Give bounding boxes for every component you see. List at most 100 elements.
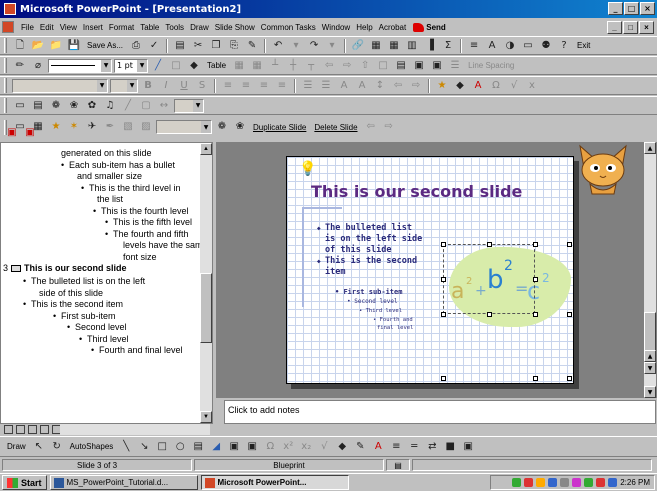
- numbering-icon[interactable]: ☰: [300, 78, 316, 94]
- resize-handle[interactable]: [533, 277, 538, 282]
- resize-handle[interactable]: [487, 312, 492, 317]
- doc-close-button[interactable]: ×: [639, 21, 654, 34]
- speaker-notes-icon[interactable]: ▣: [22, 125, 38, 141]
- superscript-icon[interactable]: x²: [280, 439, 296, 455]
- outline-item[interactable]: and smaller size: [77, 171, 142, 182]
- outline-item[interactable]: • This is the fourth level: [93, 206, 189, 217]
- clip-gallery-icon[interactable]: ❀: [66, 98, 82, 114]
- tables-borders-icon[interactable]: ▦: [386, 38, 402, 54]
- select-objects-icon[interactable]: ↖: [31, 439, 47, 455]
- outline-pane[interactable]: generated on this slide • Each sub-item ha…: [0, 142, 213, 424]
- tray-app-icon[interactable]: [560, 478, 570, 487]
- resize-handle[interactable]: [533, 242, 538, 247]
- demote-outline-icon[interactable]: ⇨: [408, 78, 424, 94]
- align-top-icon[interactable]: ┴: [267, 58, 283, 74]
- picture-icon[interactable]: ▣: [411, 58, 427, 74]
- slide-scrollbar[interactable]: ▲ ▲ ▼ ▼: [644, 142, 656, 398]
- toolbar-grip[interactable]: [4, 78, 7, 93]
- outline-slide-title[interactable]: 3 This is our second slide: [3, 263, 127, 274]
- placeholder-handle[interactable]: [533, 376, 538, 381]
- frame-icon[interactable]: □: [375, 58, 391, 74]
- rectangle-icon[interactable]: □: [154, 439, 170, 455]
- print-icon[interactable]: ⎙: [128, 38, 144, 54]
- autosum-icon[interactable]: Σ: [440, 38, 456, 54]
- toolbar-grip[interactable]: [4, 98, 7, 113]
- line-spacing-button[interactable]: Line Spacing: [465, 61, 517, 70]
- slide-body[interactable]: The bulleted list is on the left side of…: [317, 223, 447, 278]
- slide-view-icon[interactable]: ▭: [12, 98, 28, 114]
- outline-view-button[interactable]: [16, 425, 25, 434]
- redo-dropdown-icon[interactable]: ▾: [324, 38, 340, 54]
- align-left-icon[interactable]: ≡: [220, 78, 236, 94]
- outline-item[interactable]: • The fourth and fifth: [105, 229, 189, 240]
- slide-icon[interactable]: [11, 265, 22, 273]
- selected-equation-box[interactable]: [443, 244, 535, 314]
- menu-view[interactable]: View: [57, 23, 80, 32]
- book-icon[interactable]: ▤: [172, 38, 188, 54]
- format-painter-icon[interactable]: ✎: [244, 38, 260, 54]
- resize-handle[interactable]: [533, 312, 538, 317]
- tray-app-icon[interactable]: [596, 478, 606, 487]
- menu-insert[interactable]: Insert: [80, 23, 106, 32]
- spelling-status-icon[interactable]: ▤: [386, 459, 410, 471]
- menu-tools[interactable]: Tools: [162, 23, 187, 32]
- slide-sorter-button[interactable]: [40, 425, 49, 434]
- outline-item[interactable]: • First sub-item: [53, 311, 116, 322]
- decrease-font-icon[interactable]: A: [354, 78, 370, 94]
- scroll-down-icon[interactable]: ▼: [200, 411, 212, 423]
- subscript-draw-icon[interactable]: x₂: [298, 439, 314, 455]
- doc-restore-button[interactable]: □: [623, 21, 638, 34]
- tray-app-icon[interactable]: [512, 478, 522, 487]
- toolbar-grip[interactable]: [4, 58, 7, 73]
- outline-item[interactable]: • Third level: [79, 334, 129, 345]
- align-center-icon[interactable]: ┼: [285, 58, 301, 74]
- font-select[interactable]: ▼: [12, 78, 108, 93]
- notes-pane[interactable]: Click to add notes: [224, 400, 656, 424]
- flip-icon[interactable]: ↔: [156, 98, 172, 114]
- outline-item[interactable]: levels have the same: [123, 240, 208, 251]
- resize-handle[interactable]: [441, 312, 446, 317]
- outline-item[interactable]: • The bulleted list is on the left: [23, 276, 145, 287]
- decrease-paragraph-spacing-icon[interactable]: ↕: [372, 78, 388, 94]
- split-cells-icon[interactable]: ▦: [249, 58, 265, 74]
- pen-color-icon[interactable]: ╱: [150, 58, 166, 74]
- insert-clip-icon[interactable]: ❁: [48, 98, 64, 114]
- scroll-up-icon[interactable]: ▲: [644, 142, 656, 154]
- scroll-thumb[interactable]: [644, 312, 656, 352]
- slide-view-button[interactable]: [28, 425, 37, 434]
- italic-icon[interactable]: I: [158, 78, 174, 94]
- taskbar-powerpoint[interactable]: Microsoft PowerPoint...: [200, 475, 349, 490]
- center-icon[interactable]: ≡: [238, 78, 254, 94]
- menu-common-tasks[interactable]: Common Tasks: [258, 23, 319, 32]
- bold-icon[interactable]: B: [140, 78, 156, 94]
- menu-acrobat[interactable]: Acrobat: [376, 23, 410, 32]
- resize-handle[interactable]: [441, 277, 446, 282]
- tray-app-icon[interactable]: [608, 478, 618, 487]
- open-folder-icon[interactable]: 📁: [48, 38, 64, 54]
- font-color-draw-icon[interactable]: A: [370, 439, 386, 455]
- menu-draw[interactable]: Draw: [187, 23, 212, 32]
- scroll-up-icon[interactable]: ▲: [200, 143, 212, 155]
- arrow-icon[interactable]: ↘: [136, 439, 152, 455]
- pencil-icon[interactable]: ✏: [12, 58, 28, 74]
- hyperlink-icon[interactable]: 🔗: [350, 38, 366, 54]
- clip-art-icon[interactable]: ▣: [429, 58, 445, 74]
- autoshapes-button[interactable]: AutoShapes: [67, 442, 117, 451]
- omega-icon[interactable]: Ω: [488, 78, 504, 94]
- office-assistant-cat[interactable]: [576, 138, 630, 198]
- insert-chart-icon[interactable]: ▐: [422, 38, 438, 54]
- equation-editor-icon[interactable]: √: [316, 439, 332, 455]
- align-bottom-icon[interactable]: ┬: [303, 58, 319, 74]
- motion-clip-icon[interactable]: ✿: [84, 98, 100, 114]
- outline-item[interactable]: • This is the second item: [23, 299, 123, 310]
- expand-all-icon[interactable]: ≡: [466, 38, 482, 54]
- shadow-draw-icon[interactable]: ■: [442, 439, 458, 455]
- menu-format[interactable]: Format: [106, 23, 137, 32]
- promote-icon[interactable]: ⇦: [321, 58, 337, 74]
- slide-canvas[interactable]: 💡 This is our second slide The bulleted …: [286, 156, 574, 384]
- placeholder-handle[interactable]: [567, 312, 572, 317]
- menu-file[interactable]: File: [18, 23, 37, 32]
- table-menu-button[interactable]: Table: [204, 61, 229, 70]
- next-slide-icon[interactable]: ▼: [644, 362, 656, 374]
- outline-item[interactable]: font size: [123, 252, 157, 263]
